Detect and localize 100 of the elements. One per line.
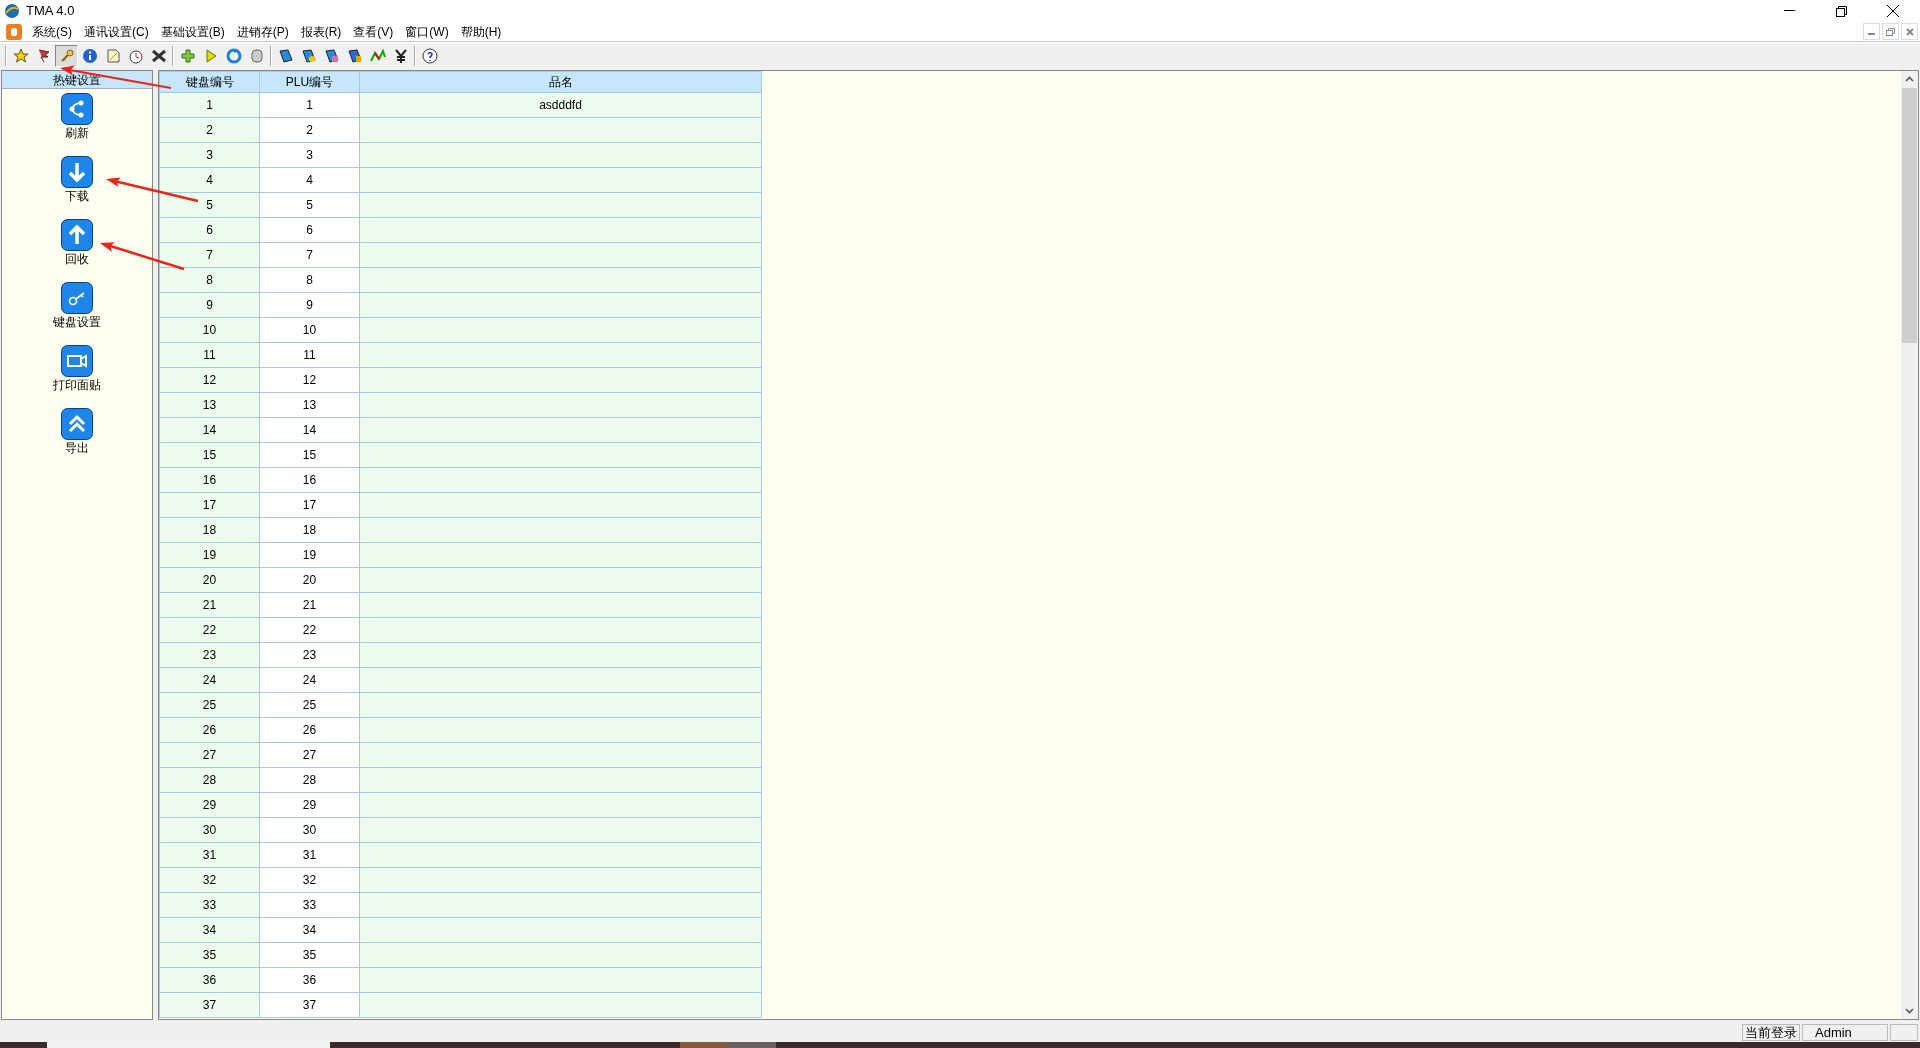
table-cell: 19 xyxy=(259,542,360,568)
table-cell: 15 xyxy=(259,442,360,468)
minimize-icon xyxy=(1783,10,1795,12)
table-cell: 34 xyxy=(159,917,260,943)
table-cell: 24 xyxy=(159,667,260,693)
table-cell: 31 xyxy=(159,842,260,868)
book-icon xyxy=(346,48,363,64)
column-header[interactable]: 键盘编号 xyxy=(159,71,260,93)
hotkey-button[interactable]: 打印面贴 xyxy=(53,345,101,393)
child-restore-button[interactable] xyxy=(1882,23,1899,40)
table-cell: 29 xyxy=(259,792,360,818)
table-cell: 3 xyxy=(259,142,360,168)
table-cell: 1 xyxy=(259,92,360,118)
table-cell: 28 xyxy=(259,767,360,793)
table-cell: asdddfd xyxy=(359,92,762,118)
table-cell: 18 xyxy=(159,517,260,543)
table-cell: 21 xyxy=(259,592,360,618)
table-cell: 8 xyxy=(159,267,260,293)
close-icon xyxy=(1905,27,1914,36)
plus-icon xyxy=(179,48,196,64)
table-cell: 23 xyxy=(159,642,260,668)
table-cell: 12 xyxy=(259,367,360,393)
app-menu-icon[interactable] xyxy=(6,23,22,40)
hotkey-button[interactable]: 回收 xyxy=(61,219,93,267)
table-cell: 12 xyxy=(159,367,260,393)
close-icon xyxy=(1887,5,1899,17)
table-cell: 6 xyxy=(159,217,260,243)
table-cell: 21 xyxy=(159,592,260,618)
table-cell: 11 xyxy=(159,342,260,368)
table-cell: 8 xyxy=(259,267,360,293)
document-icon xyxy=(104,48,121,64)
video-camera-icon xyxy=(61,345,93,377)
scrollbar-thumb[interactable] xyxy=(1902,88,1917,343)
table-cell: 37 xyxy=(159,992,260,1018)
table-cell: 16 xyxy=(159,467,260,493)
table-cell: 30 xyxy=(159,817,260,843)
column-header[interactable]: 品名 xyxy=(359,71,762,93)
table-cell: 27 xyxy=(159,742,260,768)
table-cell: 2 xyxy=(159,117,260,143)
table-cell: 19 xyxy=(159,542,260,568)
table-cell: 25 xyxy=(259,692,360,718)
menu-item[interactable]: 报表(R) xyxy=(294,21,348,42)
child-close-button[interactable] xyxy=(1901,23,1918,40)
table-cell: 13 xyxy=(259,392,360,418)
table-cell: 35 xyxy=(159,942,260,968)
table-cell: 29 xyxy=(159,792,260,818)
hotkey-button[interactable]: 键盘设置 xyxy=(53,282,101,330)
table-cell: 7 xyxy=(259,242,360,268)
table-cell: 9 xyxy=(159,292,260,318)
menu-item[interactable]: 基础设置(B) xyxy=(154,21,231,42)
yen-icon xyxy=(392,48,409,64)
table-cell: 7 xyxy=(159,242,260,268)
menu-item[interactable]: 帮助(H) xyxy=(454,21,508,42)
table-cell: 11 xyxy=(259,342,360,368)
table-cell: 20 xyxy=(259,567,360,593)
table-cell: 26 xyxy=(259,717,360,743)
table-cell: 15 xyxy=(159,442,260,468)
table-cell: 4 xyxy=(159,167,260,193)
hotkey-button[interactable]: 刷新 xyxy=(61,93,93,141)
menu-item[interactable]: 系统(S) xyxy=(26,21,78,42)
table-cell: 20 xyxy=(159,567,260,593)
table-cell: 5 xyxy=(259,192,360,218)
share-icon xyxy=(61,93,93,125)
table-cell: 22 xyxy=(159,617,260,643)
double-chevron-up-icon xyxy=(61,408,93,440)
minimize-icon xyxy=(1868,33,1875,35)
stopwatch-icon xyxy=(127,48,144,64)
star-icon xyxy=(12,48,29,64)
restore-icon xyxy=(1835,5,1847,17)
column-header[interactable]: PLU编号 xyxy=(259,71,360,93)
menu-item[interactable]: 进销存(P) xyxy=(230,21,295,42)
table-cell: 14 xyxy=(159,417,260,443)
vertical-scrollbar[interactable] xyxy=(1901,71,1918,1019)
table-cell: 26 xyxy=(159,717,260,743)
book-icon xyxy=(300,48,317,64)
menu-item[interactable]: 窗口(W) xyxy=(399,21,455,42)
help-icon xyxy=(421,48,438,64)
table-cell: 25 xyxy=(159,692,260,718)
table-cell: 32 xyxy=(159,867,260,893)
table-cell: 1 xyxy=(159,92,260,118)
status-label: 当前登录 xyxy=(1742,1024,1800,1041)
key-icon xyxy=(61,282,93,314)
child-minimize-button[interactable] xyxy=(1863,23,1880,40)
line-chart-icon xyxy=(369,48,386,64)
status-user: Admin xyxy=(1802,1024,1888,1041)
table-cell: 17 xyxy=(259,492,360,518)
status-panel xyxy=(1890,1024,1918,1041)
table-cell: 2 xyxy=(259,117,360,143)
table-cell: 6 xyxy=(259,217,360,243)
window-title: TMA 4.0 xyxy=(26,2,75,21)
table-cell: 37 xyxy=(259,992,360,1018)
menu-item[interactable]: 查看(V) xyxy=(347,21,400,42)
hotkey-button[interactable]: 导出 xyxy=(61,408,93,456)
table-cell: 9 xyxy=(259,292,360,318)
menu-item[interactable]: 通讯设置(C) xyxy=(78,21,155,42)
table-cell: 16 xyxy=(259,467,360,493)
hotkey-button[interactable]: 下载 xyxy=(61,156,93,204)
table-cell: 3 xyxy=(159,142,260,168)
table-cell: 13 xyxy=(159,392,260,418)
table-cell: 24 xyxy=(259,667,360,693)
